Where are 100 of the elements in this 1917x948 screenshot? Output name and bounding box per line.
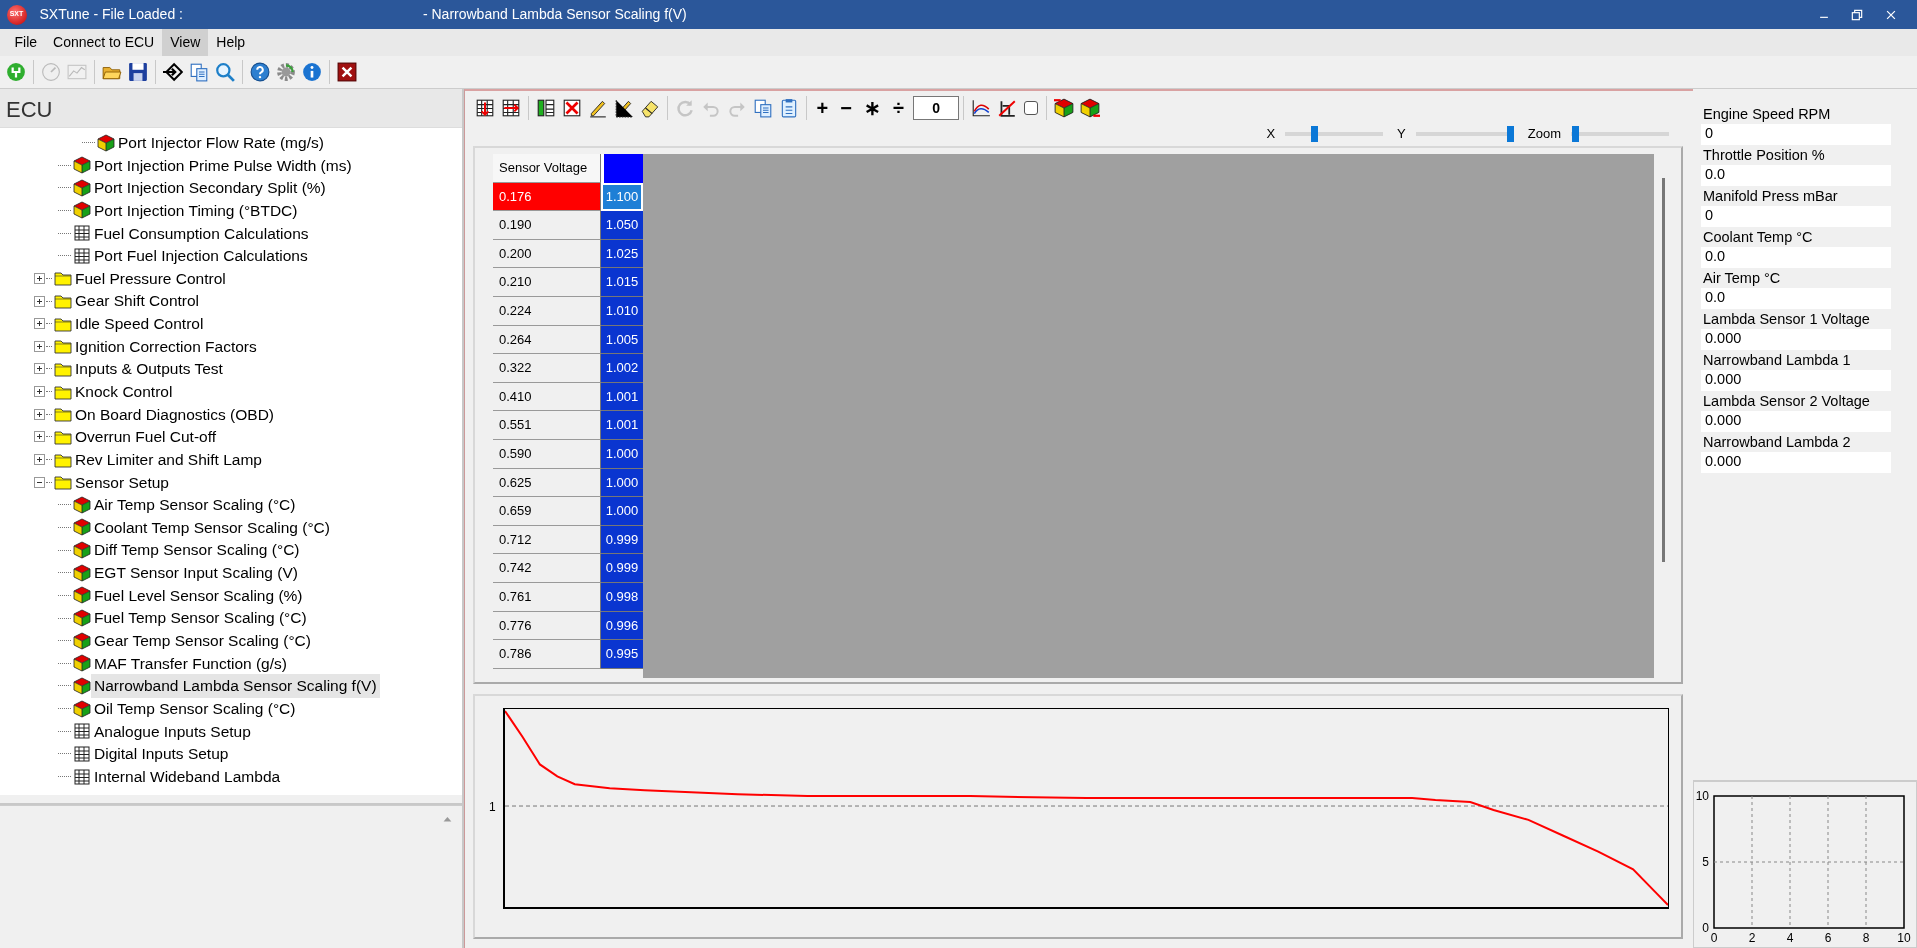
menu-item[interactable]: Help [208,29,254,56]
readout-field[interactable]: 0.000 [1701,369,1891,391]
number-input-field[interactable]: 0 [913,96,960,120]
grid-arrow-icon[interactable] [474,98,495,118]
table-cell[interactable]: 0.712 [493,525,601,555]
readout-field[interactable]: 0.000 [1701,451,1891,473]
tree-item[interactable]: Oil Temp Sensor Scaling (°C) [91,696,299,721]
menu-item[interactable]: View [162,29,209,56]
slider-thumb[interactable] [1311,126,1319,142]
tree-item[interactable]: Overrun Fuel Cut-off [72,425,219,449]
table-cell[interactable]: 0.761 [493,582,601,612]
copy-icon[interactable] [752,98,773,118]
power-icon[interactable] [6,62,27,82]
tree-item[interactable]: Fuel Consumption Calculations [91,221,312,245]
tree-item[interactable]: Port Injection Timing (°BTDC) [91,198,301,223]
table-cell[interactable]: 1.002 [601,354,643,383]
tree-item[interactable]: Knock Control [72,380,176,404]
tree-item[interactable]: Analogue Inputs Setup [91,719,254,743]
table-cell[interactable]: 0.659 [493,497,601,526]
tree-item[interactable]: On Board Diagnostics (OBD) [72,402,277,426]
table-cell[interactable]: 0.625 [493,468,601,498]
operator-button[interactable]: + [810,98,835,118]
tree-item[interactable]: Port Fuel Injection Calculations [91,244,311,268]
table-cell[interactable]: 0.742 [493,554,601,583]
tree-item[interactable]: Internal Wideband Lambda [91,764,284,789]
table-cell[interactable]: 0.996 [601,611,643,641]
expand-toggle[interactable] [34,431,45,443]
tree-item[interactable]: Port Injection Secondary Split (%) [91,176,329,200]
table-cell[interactable]: 1.000 [601,497,643,526]
expand-toggle[interactable] [34,295,45,307]
search-icon[interactable] [215,62,236,82]
table-cell[interactable]: 0.786 [493,640,601,669]
expand-toggle[interactable] [34,363,45,375]
readout-field[interactable]: 0.0 [1701,287,1891,309]
arrow-into-diamond-icon[interactable] [163,62,184,82]
expand-toggle[interactable] [34,454,45,466]
gear-icon[interactable] [276,62,297,82]
table-cell[interactable]: 1.010 [601,296,643,326]
table-cell[interactable]: 0.999 [601,554,643,583]
table-cell[interactable]: 0.999 [601,525,643,555]
table-cell[interactable]: 0.190 [493,211,601,240]
line-chart-icon[interactable] [971,98,992,118]
table-cell[interactable]: 1.025 [601,239,643,269]
table-cell[interactable]: 0.995 [601,640,643,669]
expand-toggle[interactable] [34,318,45,330]
slider-thumb[interactable] [1571,126,1579,142]
menu-item[interactable]: File [6,29,46,56]
table-cell[interactable]: 1.000 [601,439,643,469]
eraser-icon[interactable] [639,98,660,118]
slider-thumb[interactable] [1506,126,1514,142]
expand-toggle[interactable] [34,272,45,284]
operator-button[interactable]: ∗ [857,98,887,118]
table-cell[interactable]: 1.015 [601,268,643,297]
column-icon[interactable] [535,98,556,118]
close-icon[interactable] [337,62,358,82]
help-icon[interactable] [250,62,271,82]
table-cell[interactable]: 0.224 [493,296,601,326]
table-cell[interactable]: 1.000 [601,468,643,498]
tree-item[interactable]: Idle Speed Control [72,312,207,336]
tree-item[interactable]: Port Injector Flow Rate (mg/s) [115,130,327,155]
table-cell[interactable]: 0.322 [493,354,601,383]
readout-field[interactable]: 0.000 [1701,410,1891,432]
info-icon[interactable] [302,62,323,82]
cube-icon[interactable] [1080,98,1101,118]
tree-item[interactable]: Air Temp Sensor Scaling (°C) [91,493,299,517]
tree-item[interactable]: Gear Temp Sensor Scaling (°C) [91,629,314,653]
readout-field[interactable]: 0 [1701,123,1891,145]
table-cell[interactable]: 1.100 [601,182,643,212]
table-cell[interactable]: 1.005 [601,325,643,355]
readout-field[interactable]: 0.0 [1701,164,1891,186]
operator-button[interactable]: − [834,98,858,118]
expand-toggle[interactable] [34,340,45,352]
tree-item[interactable]: Fuel Pressure Control [72,266,229,291]
table-cell[interactable]: 0.410 [493,382,601,412]
restore-icon[interactable] [1850,7,1864,22]
table-cell[interactable]: 0.551 [493,411,601,440]
expand-toggle[interactable] [34,476,45,488]
table-cell[interactable]: 0.264 [493,325,601,355]
tree-item[interactable]: EGT Sensor Input Scaling (V) [91,561,301,585]
cube-icon[interactable] [1054,98,1075,118]
chart-off-icon[interactable] [997,98,1018,118]
expand-toggle[interactable] [34,408,45,420]
table-cell[interactable]: 0.200 [493,239,601,269]
table-cell[interactable]: 0.776 [493,611,601,641]
operator-button[interactable]: ÷ [886,98,910,118]
tree-item[interactable]: Digital Inputs Setup [91,742,232,766]
expand-toggle[interactable] [34,386,45,398]
table-cell[interactable]: 1.050 [601,211,643,240]
tree-item[interactable]: Inputs & Outputs Test [72,357,226,381]
tree-item[interactable]: Fuel Temp Sensor Scaling (°C) [91,606,310,630]
pencil-icon[interactable] [587,98,608,118]
tree-item[interactable]: Coolant Temp Sensor Scaling (°C) [91,515,333,540]
tree-item[interactable]: Gear Shift Control [72,289,203,313]
menu-item[interactable]: Connect to ECU [45,29,163,56]
checkbox[interactable] [1024,101,1039,115]
pencil-icon[interactable] [613,98,634,118]
tree-item[interactable]: Narrowband Lambda Sensor Scaling f(V) [91,674,380,698]
table-cell[interactable]: 0.998 [601,582,643,612]
tree-item[interactable]: Port Injection Prime Pulse Width (ms) [91,153,355,177]
table-cell[interactable]: 0.176 [493,182,601,212]
